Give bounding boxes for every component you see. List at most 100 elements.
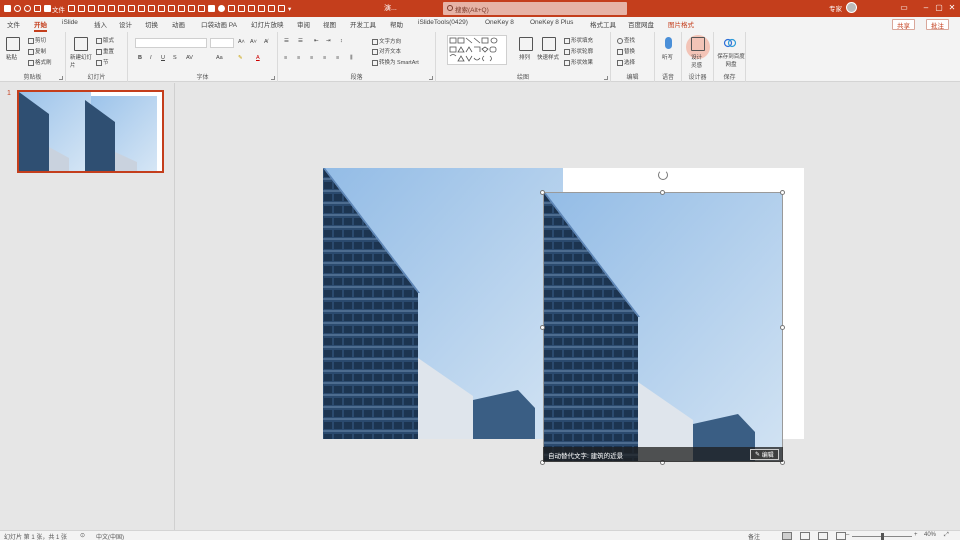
ribbon-display-icon[interactable]: ▭ [898,1,910,15]
tab-transitions[interactable]: 切换 [145,19,158,29]
reset-button[interactable]: 重置 [96,47,114,55]
dialog-launcher-icon[interactable] [271,76,275,80]
minimize-icon[interactable]: – [920,1,932,15]
tab-onekey8-plus[interactable]: OneKey 8 Plus [530,19,573,26]
qat-button[interactable] [68,5,75,12]
normal-view-icon[interactable] [782,532,792,540]
qat-button[interactable] [128,5,135,12]
qat-button[interactable] [278,5,285,12]
design-ideas-button[interactable]: 设计灵感 [691,53,707,69]
tab-developer[interactable]: 开发工具 [350,19,376,29]
increase-font-icon[interactable]: A˄ [238,39,245,45]
clear-format-icon[interactable]: A̸ [264,39,268,45]
zoom-in-icon[interactable]: + [914,532,918,538]
resize-handle[interactable] [540,325,545,330]
qat-button[interactable] [34,5,41,12]
tab-slideshow[interactable]: 幻灯片放映 [251,19,284,29]
redo-button[interactable] [24,5,31,12]
find-button[interactable]: 查找 [617,36,635,44]
font-name-field[interactable] [135,38,207,48]
qat-button[interactable] [208,5,215,12]
zoom-out-icon[interactable]: – [846,532,849,538]
customize-qat-icon[interactable]: ▾ [288,5,291,13]
qat-button[interactable] [188,5,195,12]
qat-button[interactable] [268,5,275,12]
tab-design[interactable]: 设计 [119,19,132,29]
select-button[interactable]: 选择 [617,58,635,66]
tab-animations[interactable]: 动画 [172,19,185,29]
qat-button[interactable] [78,5,85,12]
shapes-gallery[interactable] [447,35,507,65]
new-slide-icon[interactable] [74,37,88,51]
close-icon[interactable]: ✕ [946,1,958,15]
dialog-launcher-icon[interactable] [59,76,63,80]
tab-baidu-netdisk[interactable]: 百度网盘 [628,19,654,29]
bullets-icon[interactable]: ☰ [284,38,289,44]
reading-view-icon[interactable] [818,532,828,540]
dictate-button[interactable]: 听写 [662,53,673,61]
line-spacing-icon[interactable]: ↕ [340,38,343,44]
resize-handle[interactable] [660,190,665,195]
shape-outline-button[interactable]: 形状轮廓 [564,47,593,55]
underline-button[interactable]: U [161,55,165,61]
change-case-button[interactable]: Aa [216,55,223,61]
qat-button[interactable] [158,5,165,12]
accessibility-icon[interactable]: ⊙ [80,532,85,539]
tab-pocket-animation[interactable]: 口袋动画 PA [201,19,237,29]
decrease-indent-icon[interactable]: ⇤ [314,38,319,44]
align-left-icon[interactable]: ≡ [284,55,287,61]
replace-button[interactable]: 替换 [617,47,635,55]
qat-button[interactable] [118,5,125,12]
resize-handle[interactable] [540,190,545,195]
language-indicator[interactable]: 中文(中国) [96,532,124,540]
section-button[interactable]: 节 [96,58,109,66]
undo-button[interactable] [14,5,21,12]
zoom-slider-thumb[interactable] [881,533,884,540]
notes-button[interactable]: 备注 [748,532,760,540]
format-painter-button[interactable]: 格式刷 [28,58,52,66]
tab-islidetools[interactable]: iSlideTools(0429) [418,19,468,26]
account-area[interactable]: 专家 [829,2,857,13]
qat-button[interactable] [168,5,175,12]
qat-button[interactable] [248,5,255,12]
text-direction-button[interactable]: 文字方向 [372,37,401,45]
baidu-cloud-icon[interactable] [723,37,737,48]
align-right-icon[interactable]: ≡ [310,55,313,61]
alt-text-edit-button[interactable]: ✎ 编辑 [750,449,779,460]
qat-button[interactable] [258,5,265,12]
slide-thumbnail[interactable] [17,90,164,173]
save-to-baidu-button[interactable]: 保存到百度网盘 [717,52,745,68]
tab-view[interactable]: 视图 [323,19,336,29]
slideshow-view-icon[interactable] [836,532,846,540]
tab-picture-format[interactable]: 图片格式 [668,19,694,29]
qat-button[interactable] [228,5,235,12]
share-button[interactable]: 共享 [892,19,915,30]
qat-button[interactable] [98,5,105,12]
new-slide-button[interactable]: 新建幻灯片 [70,53,94,69]
tab-format-tools[interactable]: 格式工具 [590,19,616,29]
layout-button[interactable]: 版式 [96,36,114,44]
qat-button[interactable] [148,5,155,12]
increase-indent-icon[interactable]: ⇥ [326,38,331,44]
document-name[interactable]: 演... [384,3,397,13]
justify-icon[interactable]: ≡ [323,55,326,61]
shape-fill-button[interactable]: 形状填充 [564,36,593,44]
dialog-launcher-icon[interactable] [604,76,608,80]
tab-onekey8[interactable]: OneKey 8 [485,19,514,26]
shape-effects-button[interactable]: 形状效果 [564,58,593,66]
tab-review[interactable]: 审阅 [297,19,310,29]
qat-button[interactable] [178,5,185,12]
copy-button[interactable]: 复制 [28,47,46,55]
search-input[interactable]: 搜索(Alt+Q) [443,2,627,15]
qat-button[interactable] [218,5,225,12]
zoom-level[interactable]: 40% [924,532,936,538]
comments-button[interactable]: 批注 [926,19,949,30]
design-ideas-icon[interactable] [691,37,705,51]
convert-smartart-button[interactable]: 转换为 SmartArt [372,58,419,66]
microphone-icon[interactable] [665,37,672,49]
qat-button[interactable] [138,5,145,12]
paste-button-label[interactable]: 粘贴 [6,53,17,61]
tab-insert[interactable]: 插入 [94,19,107,29]
arrange-button[interactable]: 排列 [519,53,530,61]
decrease-font-icon[interactable]: A˅ [250,39,257,45]
